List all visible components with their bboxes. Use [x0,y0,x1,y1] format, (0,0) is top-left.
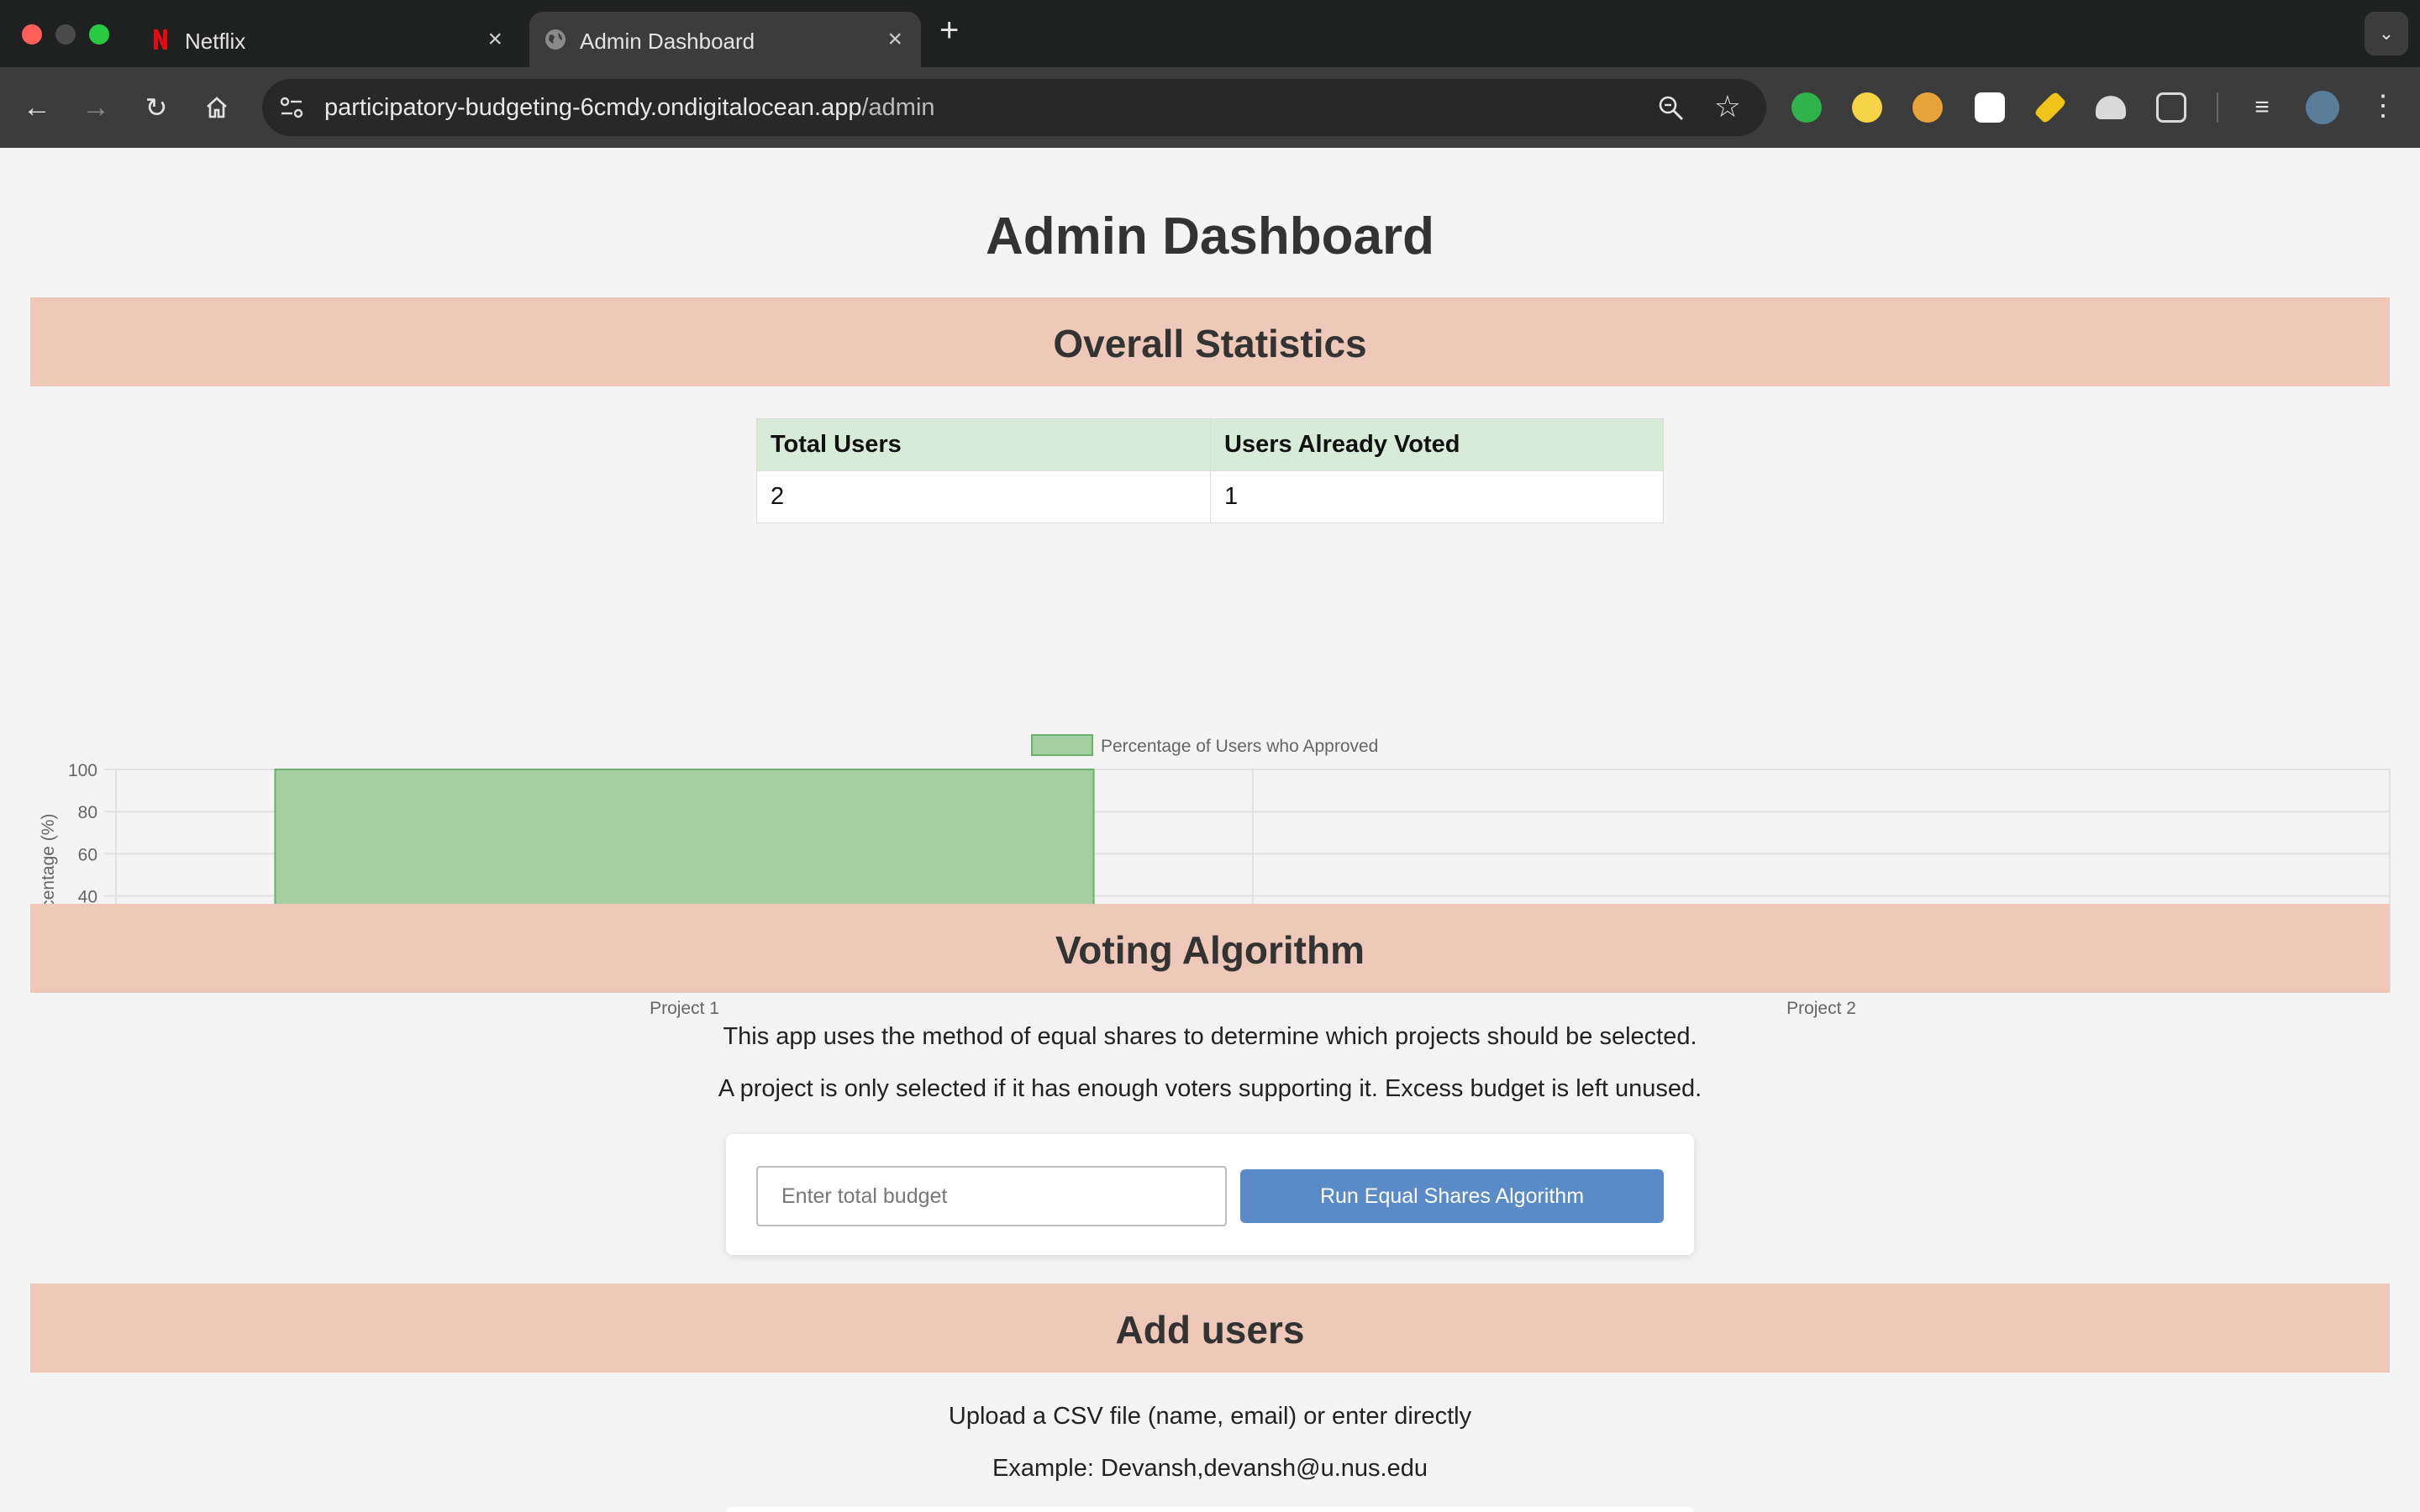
extension-clock-icon[interactable] [1852,92,1882,123]
extension-cloud-icon[interactable] [2096,96,2126,119]
legend-swatch [1031,734,1093,756]
section-heading: Voting Algorithm [1055,928,1365,972]
toolbar-divider [2217,92,2218,123]
y-tick-label: 80 [78,803,97,822]
voting-algorithm-section-header: Voting Algorithm [30,904,2390,993]
tab-netflix[interactable]: Netflix × [134,12,521,67]
y-tick-label: 60 [78,845,97,864]
extension-green-icon[interactable] [1791,92,1822,123]
reload-icon[interactable]: ↻ [138,89,175,126]
total-budget-input[interactable] [756,1166,1227,1226]
browser-menu-icon[interactable]: ⋮ [2368,91,2398,121]
zoom-icon[interactable] [1657,94,1686,123]
window-maximize-button[interactable] [89,24,109,45]
tab-title: Admin Dashboard [580,29,755,54]
table-row: 2 1 [756,470,1664,523]
tab-search-chevron-icon[interactable]: ⌄ [2365,12,2408,55]
site-settings-icon[interactable] [279,96,304,119]
profile-avatar[interactable] [2306,91,2339,124]
x-tick-label: Project 2 [1786,999,1856,1018]
page-content: Admin Dashboard Overall Statistics Total… [0,148,2420,1512]
page-title: Admin Dashboard [986,207,1434,265]
x-tick-label: Project 1 [650,999,719,1018]
browser-toolbar: ← → ↻ participatory-budgeting-6cmdy.ondi… [0,67,2420,148]
table-header-row: Total Users Users Already Voted [756,418,1664,471]
window-minimize-button[interactable] [55,24,76,45]
extensions-puzzle-icon[interactable] [2156,92,2186,123]
add-users-card [726,1507,1694,1512]
stats-table: Total Users Users Already Voted 2 1 [756,418,1664,523]
browser-tab-bar: Netflix × Admin Dashboard × + ⌄ [0,0,2420,67]
url-host: participatory-budgeting-6cmdy.ondigitalo… [324,94,862,121]
media-control-icon[interactable]: ≡ [2247,92,2277,123]
section-heading: Add users [1115,1308,1305,1352]
legend-label: Percentage of Users who Approved [1101,737,1378,756]
home-icon[interactable] [198,89,235,126]
section-heading: Overall Statistics [1053,322,1367,365]
netflix-icon [154,29,167,50]
new-tab-icon[interactable]: + [939,12,959,50]
extension-pen-icon[interactable] [1975,92,2005,123]
algorithm-note: A project is only selected if it has eno… [718,1075,1702,1102]
extension-globe-icon[interactable] [1912,92,1943,123]
extension-pencil-icon[interactable] [2033,91,2067,124]
back-arrow-icon[interactable]: ← [18,89,55,126]
tab-close-icon[interactable]: × [487,25,502,54]
run-equal-shares-button[interactable]: Run Equal Shares Algorithm [1240,1169,1664,1223]
forward-arrow-icon[interactable]: → [77,89,114,126]
header-users-voted: Users Already Voted [1210,418,1664,471]
tab-admin-dashboard[interactable]: Admin Dashboard × [529,12,921,67]
url-path: /admin [861,94,935,121]
bookmark-star-icon[interactable]: ☆ [1714,89,1741,124]
overall-statistics-section-header: Overall Statistics [30,297,2390,386]
globe-icon [545,29,566,50]
address-bar[interactable]: participatory-budgeting-6cmdy.ondigitalo… [262,79,1766,136]
url-text[interactable]: participatory-budgeting-6cmdy.ondigitalo… [324,94,935,122]
header-total-users: Total Users [756,418,1211,471]
algorithm-description: This app uses the method of equal shares… [723,1023,1697,1050]
y-tick-label: 100 [68,761,97,780]
add-users-section-header: Add users [30,1284,2390,1373]
budget-form-card: Run Equal Shares Algorithm [726,1134,1694,1255]
users-voted-value: 1 [1210,470,1664,523]
tab-close-icon[interactable]: × [887,25,902,54]
tab-title: Netflix [185,29,246,54]
add-users-example: Example: Devansh,devansh@u.nus.edu [992,1455,1428,1482]
window-close-button[interactable] [22,24,42,45]
total-users-value: 2 [756,470,1211,523]
add-users-instruction: Upload a CSV file (name, email) or enter… [948,1403,1472,1430]
